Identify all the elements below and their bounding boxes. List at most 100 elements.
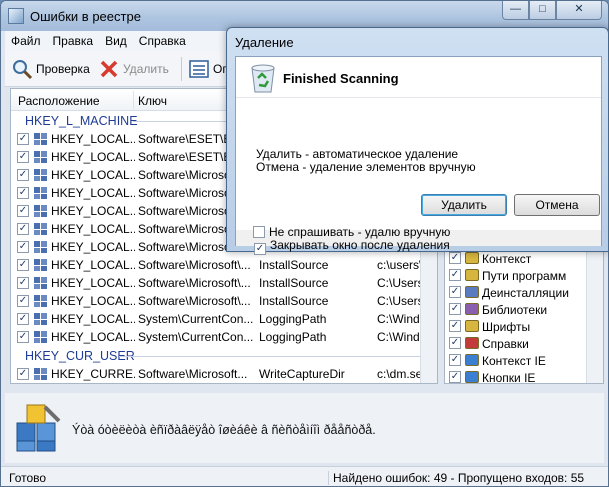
category-folder-icon xyxy=(465,303,479,315)
category-label: Кнопки IE xyxy=(482,371,536,384)
cell-value: LoggingPath xyxy=(259,312,327,326)
toolbar-separator xyxy=(181,57,182,81)
window-title: Ошибки в реестре xyxy=(30,9,141,24)
row-checkbox[interactable]: ✓ xyxy=(17,331,29,343)
red-x-icon xyxy=(100,60,118,78)
category-panel: ✓ Контекст ✓ Пути программ ✓ Деинсталляции ✓ Би… xyxy=(444,239,604,384)
group-header: HKEY_CUR_USER xyxy=(11,346,437,365)
cell-value: InstallSource xyxy=(259,294,329,308)
row-checkbox[interactable]: ✓ xyxy=(17,368,29,380)
cell-key: Software\Microsoft\... xyxy=(138,276,251,290)
cell-key: Software\Microsoft... xyxy=(138,367,248,381)
dialog-delete-button[interactable]: Удалить xyxy=(421,194,507,216)
close-button[interactable]: ✕ xyxy=(556,1,602,20)
category-checkbox[interactable]: ✓ xyxy=(449,320,461,332)
menu-edit[interactable]: Правка xyxy=(47,31,100,48)
category-item[interactable]: ✓ Деинсталляции xyxy=(445,284,603,301)
row-checkbox[interactable]: ✓ xyxy=(17,223,29,235)
close-after-delete-label: Закрывать окно после удаления xyxy=(270,238,450,252)
dont-ask-checkbox[interactable]: Не спрашивать - удалю вручную xyxy=(253,225,450,239)
info-bar: Ýòà óòèëèòà èñïðàâëÿåò îøèáêè â ñèñòåìíî… xyxy=(5,393,604,463)
category-checkbox[interactable]: ✓ xyxy=(449,286,461,298)
cell-location: HKEY_LOCAL... xyxy=(51,258,135,272)
menu-help[interactable]: Справка xyxy=(133,31,192,48)
category-label: Шрифты xyxy=(482,320,531,334)
table-row[interactable]: ✓ HKEY_CURRE... Software\Microsoft... Wr… xyxy=(11,365,437,383)
dialog-body: Удалить - автоматическое удаление Отмена… xyxy=(236,57,601,220)
options-list-icon xyxy=(189,60,209,78)
cell-key: System\CurrentCon... xyxy=(138,330,253,344)
row-checkbox[interactable]: ✓ xyxy=(17,151,29,163)
cell-data: C:\Users xyxy=(377,294,421,308)
category-folder-icon xyxy=(465,269,479,281)
close-after-delete-checkbox[interactable]: ✓ Закрывать окно после удаления xyxy=(254,238,450,255)
registry-entry-icon xyxy=(34,169,47,181)
cell-location: HKEY_CURRE... xyxy=(51,367,135,381)
row-checkbox[interactable]: ✓ xyxy=(17,259,29,271)
menu-view[interactable]: Вид xyxy=(99,31,133,48)
minimize-button[interactable]: — xyxy=(502,1,529,20)
category-checkbox[interactable]: ✓ xyxy=(449,303,461,315)
table-row[interactable]: ✓ HKEY_LOCAL... Software\Microsoft\... Inst… xyxy=(11,274,437,292)
status-ready: Готово xyxy=(9,471,47,485)
status-counts: Найдено ошибок: 49 - Пропущено входов: 5… xyxy=(328,471,584,485)
row-checkbox[interactable]: ✓ xyxy=(17,169,29,181)
cell-key: Software\Microsoft\... xyxy=(138,258,251,272)
cell-key: Software\Microsoft\... xyxy=(138,294,251,308)
maximize-button[interactable]: □ xyxy=(529,1,556,20)
category-folder-icon xyxy=(465,286,479,298)
row-checkbox[interactable]: ✓ xyxy=(17,241,29,253)
category-label: Справки xyxy=(482,337,529,351)
row-checkbox[interactable]: ✓ xyxy=(17,295,29,307)
category-item[interactable]: ✓ Кнопки IE xyxy=(445,369,603,384)
row-checkbox[interactable]: ✓ xyxy=(17,313,29,325)
category-scrollbar[interactable] xyxy=(586,240,603,383)
menu-file[interactable]: Файл xyxy=(5,31,47,48)
category-item[interactable]: ✓ Библиотеки xyxy=(445,301,603,318)
delete-dialog: Удаление Finished Scanning Удалить - авт… xyxy=(226,27,609,255)
table-row[interactable]: ✓ HKEY_LOCAL... Software\Microsoft\... Inst… xyxy=(11,256,437,274)
category-checkbox[interactable]: ✓ xyxy=(449,269,461,281)
delete-toolbar-button[interactable]: Удалить xyxy=(98,56,169,82)
category-checkbox[interactable]: ✓ xyxy=(449,354,461,366)
category-folder-icon xyxy=(465,252,479,264)
cell-value: InstallSource xyxy=(259,258,329,272)
cell-location: HKEY_LOCAL... xyxy=(51,240,135,254)
category-folder-icon xyxy=(465,337,479,349)
category-item[interactable]: ✓ Контекст IE xyxy=(445,352,603,369)
cell-location: HKEY_LOCAL... xyxy=(51,168,135,182)
row-checkbox[interactable]: ✓ xyxy=(17,205,29,217)
category-label: Контекст xyxy=(482,252,532,266)
dont-ask-box[interactable] xyxy=(253,226,265,238)
category-item[interactable]: ✓ Пути программ xyxy=(445,267,603,284)
dialog-cancel-button[interactable]: Отмена xyxy=(514,194,600,216)
close-after-delete-box[interactable]: ✓ xyxy=(254,243,266,255)
dialog-line-1: Удалить - автоматическое удаление xyxy=(256,147,459,161)
options-button[interactable]: Оп xyxy=(188,56,229,82)
category-label: Пути программ xyxy=(482,269,567,283)
category-item[interactable]: ✓ Шрифты xyxy=(445,318,603,335)
registry-entry-icon xyxy=(34,205,47,217)
category-item[interactable]: ✓ Справки xyxy=(445,335,603,352)
row-checkbox[interactable]: ✓ xyxy=(17,133,29,145)
column-location[interactable]: Расположение xyxy=(18,94,100,108)
cell-location: HKEY_LOCAL... xyxy=(51,132,135,146)
magnifier-icon xyxy=(13,60,33,80)
cell-value: WriteCaptureDir xyxy=(259,367,345,381)
category-checkbox[interactable]: ✓ xyxy=(449,252,461,264)
cell-data: C:\Windo xyxy=(377,330,421,344)
category-checkbox[interactable]: ✓ xyxy=(449,371,461,383)
category-folder-icon xyxy=(465,371,479,383)
row-checkbox[interactable]: ✓ xyxy=(17,187,29,199)
column-key[interactable]: Ключ xyxy=(138,94,167,108)
category-checkbox[interactable]: ✓ xyxy=(449,337,461,349)
table-row[interactable]: ✓ HKEY_LOCAL... System\CurrentCon... Loggin… xyxy=(11,328,437,346)
registry-entry-icon xyxy=(34,241,47,253)
category-item[interactable]: ✓ Контекст xyxy=(445,250,603,267)
check-button[interactable]: Проверка xyxy=(11,56,90,82)
row-checkbox[interactable]: ✓ xyxy=(17,277,29,289)
dont-ask-label: Не спрашивать - удалю вручную xyxy=(269,225,451,239)
category-folder-icon xyxy=(465,354,479,366)
table-row[interactable]: ✓ HKEY_LOCAL... System\CurrentCon... Loggin… xyxy=(11,310,437,328)
table-row[interactable]: ✓ HKEY_LOCAL... Software\Microsoft\... Inst… xyxy=(11,292,437,310)
